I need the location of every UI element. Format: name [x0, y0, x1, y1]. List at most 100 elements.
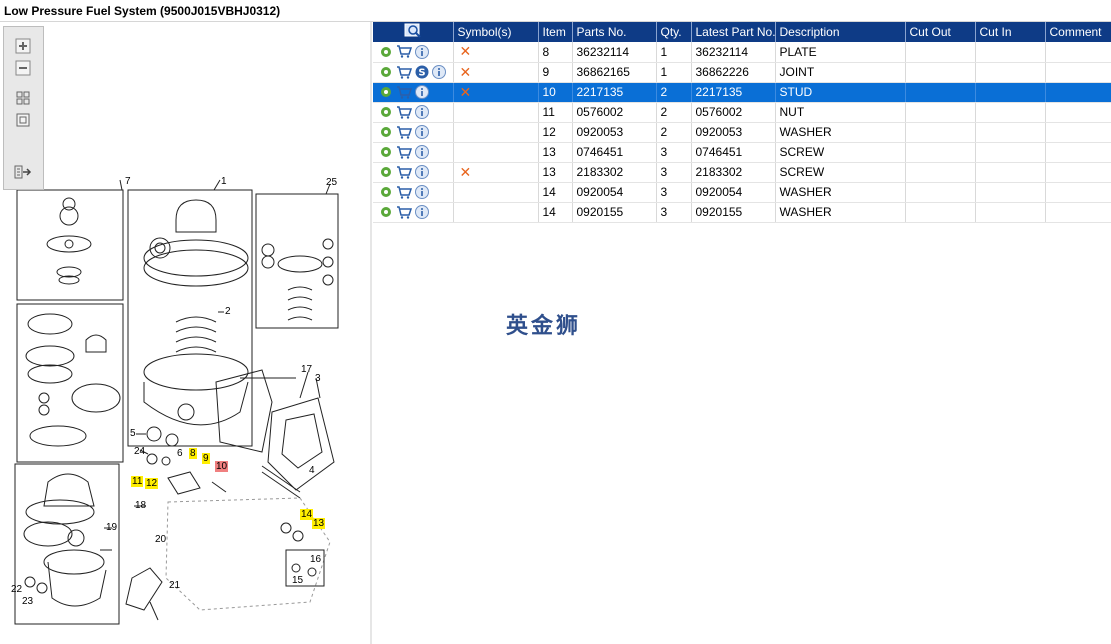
column-header-latest-part-no[interactable]: Latest Part No. [691, 22, 776, 42]
description-cell: WASHER [775, 182, 906, 203]
add-to-cart-icon[interactable] [396, 125, 412, 139]
cross-mark-icon: ✕ [459, 43, 472, 60]
settings-gear-icon[interactable] [379, 125, 393, 139]
settings-gear-icon[interactable] [379, 145, 393, 159]
add-to-cart-icon[interactable] [396, 45, 412, 59]
info-icon[interactable] [415, 44, 429, 59]
callout-16[interactable]: 16 [309, 554, 322, 565]
zoom-out-icon[interactable] [13, 59, 33, 77]
callout-25[interactable]: 25 [325, 177, 338, 188]
item-cell: 9 [538, 62, 573, 83]
latest-part-no-cell: 36862226 [691, 62, 776, 83]
column-header-symbols[interactable]: Symbol(s) [453, 22, 539, 42]
table-row[interactable]: S ✕ 9 36862165 1 36862226 JOINT [373, 62, 1111, 83]
table-row[interactable]: 14 0920054 3 0920054 WASHER [373, 182, 1111, 203]
callout-19[interactable]: 19 [105, 522, 118, 533]
part-no-cell: 0920053 [572, 122, 657, 143]
column-header-description[interactable]: Description [775, 22, 906, 42]
callout-3[interactable]: 3 [314, 373, 322, 384]
row-actions [373, 42, 454, 63]
fit-page-icon[interactable] [13, 89, 33, 107]
parts-table: Symbol(s) Item Parts No. Qty. Latest Par… [373, 22, 1111, 223]
table-row[interactable]: 14 0920155 3 0920155 WASHER [373, 202, 1111, 223]
diagram-panel[interactable]: 7 1 25 2 17 3 5 24 6 8 9 10 4 11 12 18 1… [0, 22, 370, 644]
callout-22[interactable]: 22 [10, 584, 23, 595]
column-header-comment[interactable]: Comment [1045, 22, 1111, 42]
cut-in-cell [975, 162, 1046, 183]
add-to-cart-icon[interactable] [396, 185, 412, 199]
info-icon[interactable] [415, 185, 429, 199]
callout-2[interactable]: 2 [224, 306, 232, 317]
callout-6[interactable]: 6 [176, 448, 184, 459]
settings-gear-icon[interactable] [379, 105, 393, 119]
callout-13[interactable]: 13 [312, 518, 326, 529]
comment-cell [1045, 42, 1111, 63]
settings-gear-icon[interactable] [379, 85, 393, 99]
cut-out-cell [905, 42, 976, 63]
item-cell: 13 [538, 162, 573, 183]
table-row[interactable]: 11 0576002 2 0576002 NUT [373, 102, 1111, 123]
symbol-cell [453, 142, 539, 163]
callout-17[interactable]: 17 [300, 364, 313, 375]
callout-20[interactable]: 20 [154, 534, 167, 545]
part-no-cell: 2183302 [572, 162, 657, 183]
settings-gear-icon[interactable] [379, 165, 393, 179]
callout-9[interactable]: 9 [202, 453, 210, 464]
zoom-in-icon[interactable] [13, 37, 33, 55]
table-row[interactable]: ✕ 13 2183302 3 2183302 SCREW [373, 162, 1111, 183]
table-row[interactable]: ✕ 10 2217135 2 2217135 STUD [373, 82, 1111, 103]
column-header-cut-in[interactable]: Cut In [975, 22, 1046, 42]
settings-gear-icon[interactable] [379, 45, 393, 59]
column-header-qty[interactable]: Qty. [656, 22, 692, 42]
table-row[interactable]: ✕ 8 36232114 1 36232114 PLATE [373, 42, 1111, 63]
info-icon[interactable] [415, 165, 429, 179]
item-cell: 14 [538, 182, 573, 203]
callout-4[interactable]: 4 [308, 465, 316, 476]
panel-splitter[interactable] [370, 22, 372, 644]
column-header-parts-no[interactable]: Parts No. [572, 22, 657, 42]
info-icon[interactable] [415, 85, 429, 99]
description-cell: SCREW [775, 162, 906, 183]
comment-cell [1045, 182, 1111, 203]
callout-23[interactable]: 23 [21, 596, 34, 607]
callout-7[interactable]: 7 [124, 176, 132, 187]
settings-gear-icon[interactable] [379, 185, 393, 199]
callout-11[interactable]: 11 [131, 476, 144, 487]
callout-10[interactable]: 10 [215, 461, 229, 472]
latest-part-no-cell: 0576002 [691, 102, 776, 123]
supersession-icon[interactable]: S [415, 65, 429, 79]
callout-5[interactable]: 5 [129, 428, 137, 439]
add-to-cart-icon[interactable] [396, 85, 412, 99]
cross-mark-icon: ✕ [459, 163, 472, 180]
info-icon[interactable] [415, 205, 429, 219]
table-row[interactable]: 13 0746451 3 0746451 SCREW [373, 142, 1111, 163]
table-row[interactable]: 12 0920053 2 0920053 WASHER [373, 122, 1111, 143]
callout-15[interactable]: 15 [291, 575, 304, 586]
symbol-cell [453, 102, 539, 123]
info-icon[interactable] [415, 105, 429, 119]
settings-gear-icon[interactable] [379, 65, 393, 79]
cut-out-cell [905, 142, 976, 163]
actual-size-icon[interactable] [13, 111, 33, 129]
info-icon[interactable] [415, 125, 429, 139]
callout-12[interactable]: 12 [145, 478, 159, 489]
settings-gear-icon[interactable] [379, 205, 393, 219]
add-to-cart-icon[interactable] [396, 65, 412, 79]
export-icon[interactable] [13, 163, 33, 181]
qty-cell: 3 [656, 142, 692, 163]
comment-cell [1045, 82, 1111, 103]
add-to-cart-icon[interactable] [396, 105, 412, 119]
callout-21[interactable]: 21 [168, 580, 181, 591]
info-icon[interactable] [432, 65, 446, 79]
info-icon[interactable] [415, 145, 429, 159]
column-header-tools[interactable] [373, 22, 454, 42]
add-to-cart-icon[interactable] [396, 165, 412, 179]
column-header-cut-out[interactable]: Cut Out [905, 22, 976, 42]
callout-8[interactable]: 8 [189, 448, 197, 459]
column-header-item[interactable]: Item [538, 22, 573, 42]
callout-18[interactable]: 18 [134, 500, 147, 511]
callout-24[interactable]: 24 [133, 446, 146, 457]
add-to-cart-icon[interactable] [396, 145, 412, 159]
add-to-cart-icon[interactable] [396, 205, 412, 219]
callout-1[interactable]: 1 [220, 176, 228, 187]
